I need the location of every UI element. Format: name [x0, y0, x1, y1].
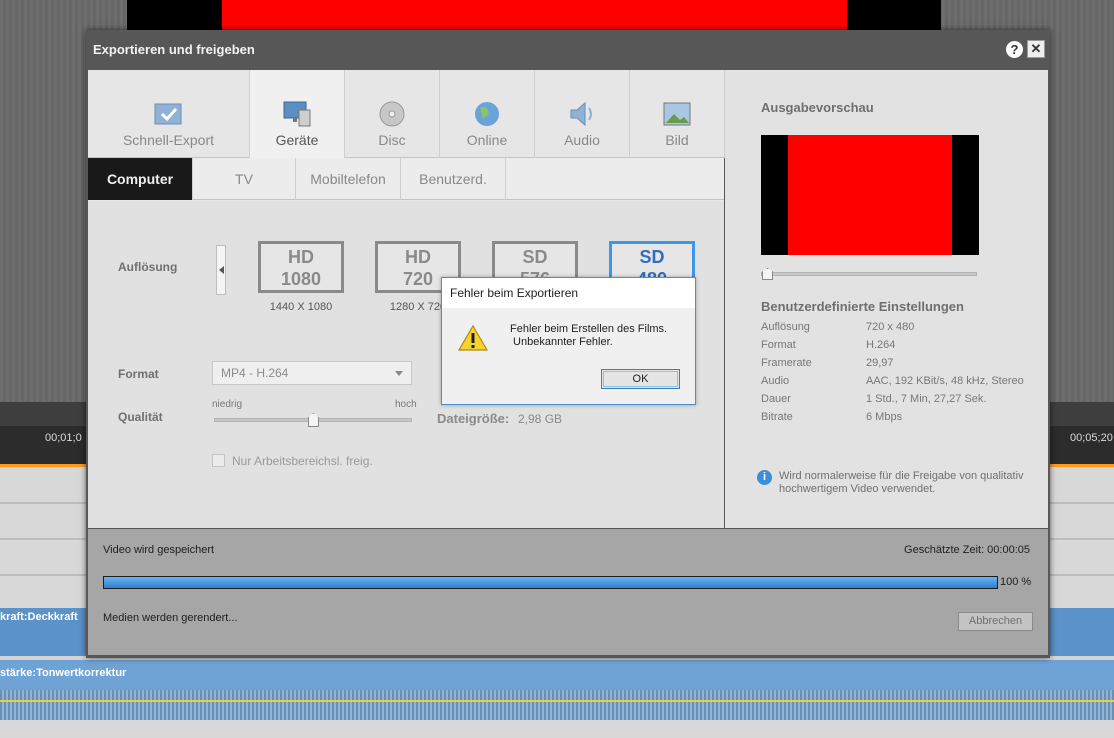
cancel-button[interactable]: Abbrechen — [958, 612, 1033, 631]
ok-button[interactable]: OK — [601, 369, 680, 389]
timecode-left: 00;01;0 — [45, 432, 82, 444]
tab-label: Geräte — [275, 132, 319, 148]
clip-label-opacity: kraft:Deckkraft — [0, 611, 78, 623]
setting-value: 6 Mbps — [866, 411, 903, 423]
resolution-label: Auflösung — [118, 260, 178, 274]
setting-value: H.264 — [866, 339, 896, 351]
help-button[interactable]: ? — [1006, 41, 1023, 58]
progress-bar — [103, 576, 998, 589]
tab-label: Bild — [665, 132, 689, 148]
progress-percent: 100 % — [1000, 576, 1032, 588]
dialog-title: Exportieren und freigeben — [93, 42, 255, 57]
subtab-mobile[interactable]: Mobiltelefon — [296, 158, 401, 200]
resolution-dimensions: 1440 X 1080 — [269, 301, 333, 313]
subtab-tv[interactable]: TV — [193, 158, 296, 200]
error-dialog: Fehler beim Exportieren Fehler beim Erst… — [441, 277, 696, 405]
resolution-type: HD — [405, 247, 431, 267]
tab-audio[interactable]: Audio — [535, 70, 630, 158]
tab-image[interactable]: Bild — [630, 70, 725, 158]
resolution-prev-button[interactable] — [216, 245, 226, 295]
setting-key: Framerate — [761, 357, 812, 369]
quality-slider-thumb[interactable] — [308, 413, 319, 427]
progress-status: Video wird gespeichert — [103, 544, 215, 556]
audio-waveform — [0, 690, 1114, 720]
filesize-value: 2,98 GB — [518, 412, 563, 426]
output-preview-panel: Ausgabevorschau Benutzerdefinierte Einst… — [725, 70, 1048, 528]
preview-title: Ausgabevorschau — [761, 100, 874, 115]
device-subtabs: Computer TV Mobiltelefon Benutzerd. — [88, 158, 724, 200]
format-select[interactable]: MP4 - H.264 — [212, 361, 412, 385]
tab-label: Disc — [378, 132, 406, 148]
tab-label: Schnell-Export — [122, 132, 215, 148]
timecode-right: 00;05;20 — [1070, 432, 1113, 444]
preview-scrubber-thumb[interactable] — [762, 268, 773, 280]
close-button[interactable]: ✕ — [1027, 40, 1045, 58]
tab-quick-export[interactable]: Schnell-Export — [88, 70, 250, 158]
tab-disc[interactable]: Disc — [345, 70, 440, 158]
warning-icon — [458, 324, 488, 351]
setting-value: 1 Std., 7 Min, 27,27 Sek. — [866, 393, 987, 405]
resolution-type: SD — [522, 247, 548, 267]
error-message: Fehler beim Erstellen des Films. Unbekan… — [510, 323, 668, 348]
settings-title: Benutzerdefinierte Einstellungen — [761, 299, 964, 314]
progress-area: Video wird gespeichert Geschätzte Zeit: … — [88, 529, 1048, 655]
resolution-type: HD — [288, 247, 314, 267]
devices-icon — [283, 101, 311, 127]
setting-key: Dauer — [761, 393, 791, 405]
setting-value: AAC, 192 KBit/s, 48 kHz, Stereo — [866, 375, 1024, 387]
clip-label-levels: stärke:Tonwertkorrektur — [0, 667, 127, 679]
render-status: Medien werden gerendert... — [103, 612, 238, 624]
setting-value: 720 x 480 — [866, 321, 915, 333]
workarea-checkbox[interactable] — [212, 454, 225, 467]
tab-label: Online — [466, 132, 508, 148]
globe-icon — [475, 102, 499, 126]
estimated-time: Geschätzte Zeit: 00:00:05 — [904, 544, 1030, 556]
disc-icon — [379, 101, 405, 127]
setting-key: Audio — [761, 375, 790, 387]
tab-devices[interactable]: Geräte — [250, 70, 345, 158]
format-label: Format — [118, 367, 159, 381]
resolution-value: 1080 — [280, 269, 322, 289]
setting-key: Format — [761, 339, 796, 351]
tab-label: Audio — [564, 132, 600, 148]
quality-low-label: niedrig — [212, 399, 243, 410]
subtab-computer[interactable]: Computer — [88, 158, 193, 200]
quick-export-icon — [154, 103, 181, 125]
resolution-type: SD — [639, 247, 665, 267]
quality-high-label: hoch — [395, 399, 417, 410]
volume-line[interactable] — [0, 700, 1114, 702]
setting-key: Bitrate — [761, 411, 793, 423]
quality-label: Qualität — [118, 410, 163, 424]
chevron-down-icon — [395, 371, 403, 376]
workarea-checkbox-label: Nur Arbeitsbereichsl. freig. — [232, 454, 373, 468]
error-dialog-title: Fehler beim Exportieren — [442, 278, 695, 308]
category-tabs: Schnell-Export Geräte Disc Online Audio … — [88, 70, 725, 158]
info-icon: i — [757, 470, 772, 485]
timeline-bottom — [0, 720, 1114, 738]
info-text: Wird normalerweise für die Freigabe von … — [779, 470, 1024, 495]
filesize-label: Dateigröße: — [437, 411, 510, 426]
output-preview — [761, 135, 979, 255]
speaker-icon — [570, 101, 592, 127]
resolution-hd-1080[interactable]: HD 1080 — [258, 241, 344, 293]
subtab-custom[interactable]: Benutzerd. — [401, 158, 506, 200]
preview-scrubber[interactable] — [761, 272, 977, 276]
tab-online[interactable]: Online — [440, 70, 535, 158]
image-icon — [663, 102, 691, 126]
format-value: MP4 - H.264 — [221, 366, 289, 380]
setting-key: Auflösung — [761, 321, 810, 333]
setting-value: 29,97 — [866, 357, 894, 369]
